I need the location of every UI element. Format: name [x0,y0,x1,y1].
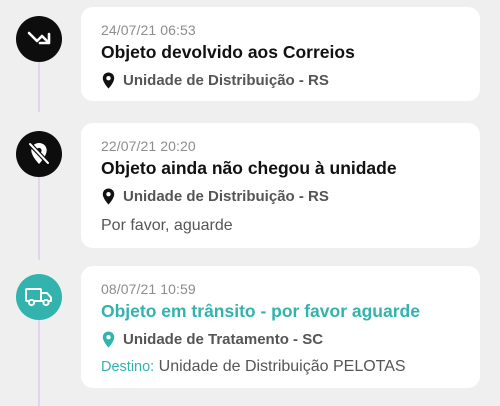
tracking-event-card[interactable]: 08/07/21 10:59 Objeto em trânsito - por … [81,266,480,388]
truck-icon [16,274,62,320]
timeline-line [38,320,40,406]
event-date: 24/07/21 06:53 [101,22,196,38]
location-pin-icon [102,188,115,204]
event-location: Unidade de Distribuição - RS [101,69,480,91]
destination-label: Destino: [101,359,155,375]
tracking-event-card[interactable]: 24/07/21 06:53 Objeto devolvido aos Corr… [81,7,480,101]
timeline-line [38,176,40,260]
location-pin-icon [102,72,115,88]
event-location-text: Unidade de Distribuição - RS [123,187,329,205]
event-date: 22/07/21 20:20 [101,138,196,154]
event-location-text: Unidade de Distribuição - RS [123,71,329,89]
tracking-event-card[interactable]: 22/07/21 20:20 Objeto ainda não chegou à… [81,123,480,248]
event-location: Unidade de Distribuição - RS [101,185,480,207]
event-title: Objeto em trânsito - por favor aguarde [101,301,420,321]
event-note: Por favor, aguarde [101,217,233,234]
location-pin-icon [102,331,115,347]
timeline-line [38,60,40,112]
event-destination: Destino: Unidade de Distribuição PELOTAS [101,357,480,377]
event-date: 08/07/21 10:59 [101,281,196,297]
event-title: Objeto ainda não chegou à unidade [101,158,397,178]
destination-value: Unidade de Distribuição PELOTAS [158,358,406,375]
returned-arrow-icon [16,16,62,62]
event-title: Objeto devolvido aos Correios [101,42,355,62]
location-off-icon [16,131,62,177]
event-location-text: Unidade de Tratamento - SC [123,330,324,348]
event-location: Unidade de Tratamento - SC [101,328,480,350]
